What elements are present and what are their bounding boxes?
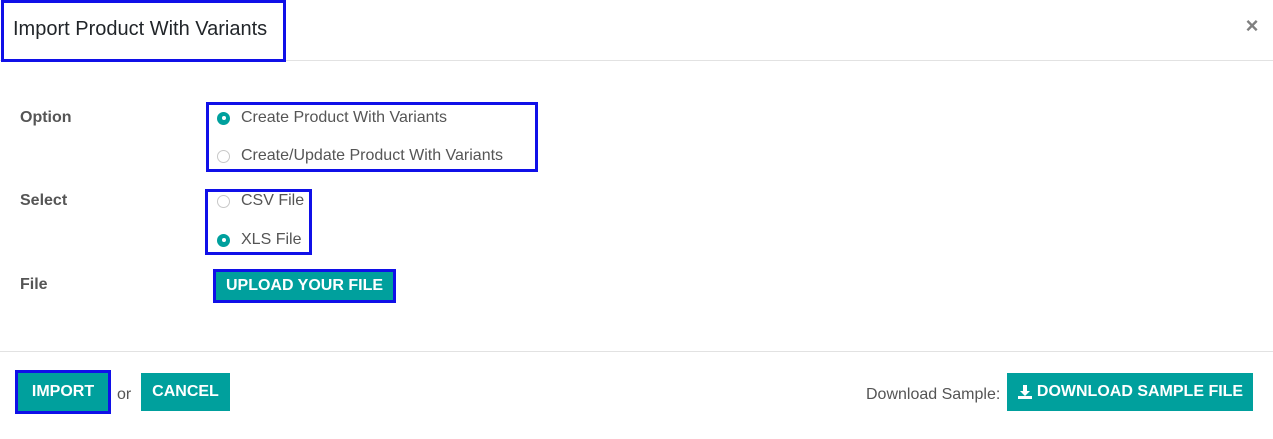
download-sample-label: Download Sample: xyxy=(866,386,1001,403)
close-icon[interactable]: × xyxy=(1243,14,1261,38)
file-label: File xyxy=(20,276,48,293)
import-button[interactable]: IMPORT xyxy=(15,370,111,414)
select-csv-radio[interactable]: CSV File xyxy=(217,192,304,210)
cancel-button[interactable]: CANCEL xyxy=(141,373,230,411)
select-xls-label: XLS File xyxy=(241,231,302,248)
radio-unchecked-icon xyxy=(217,194,230,208)
radio-checked-icon xyxy=(217,111,230,125)
download-sample-button[interactable]: DOWNLOAD SAMPLE FILE xyxy=(1007,373,1253,411)
or-text: or xyxy=(117,386,132,403)
radio-checked-icon xyxy=(217,233,230,247)
radio-unchecked-icon xyxy=(217,149,230,163)
upload-file-button[interactable]: UPLOAD YOUR FILE xyxy=(213,269,396,303)
footer-divider xyxy=(0,351,1273,352)
option-label: Option xyxy=(20,109,72,126)
download-sample-button-label: DOWNLOAD SAMPLE FILE xyxy=(1036,383,1244,400)
select-csv-label: CSV File xyxy=(241,192,305,209)
select-label: Select xyxy=(20,192,68,209)
select-xls-radio[interactable]: XLS File xyxy=(217,231,301,249)
dialog-title: Import Product With Variants xyxy=(13,18,268,40)
option-create-radio[interactable]: Create Product With Variants xyxy=(217,109,447,127)
download-icon xyxy=(1017,385,1032,399)
import-dialog: Import Product With Variants × Option Cr… xyxy=(0,0,1273,439)
option-create-update-label: Create/Update Product With Variants xyxy=(241,147,504,164)
dialog-header: Import Product With Variants × xyxy=(0,0,1273,62)
option-create-update-radio[interactable]: Create/Update Product With Variants xyxy=(217,147,503,165)
option-create-label: Create Product With Variants xyxy=(241,109,448,126)
